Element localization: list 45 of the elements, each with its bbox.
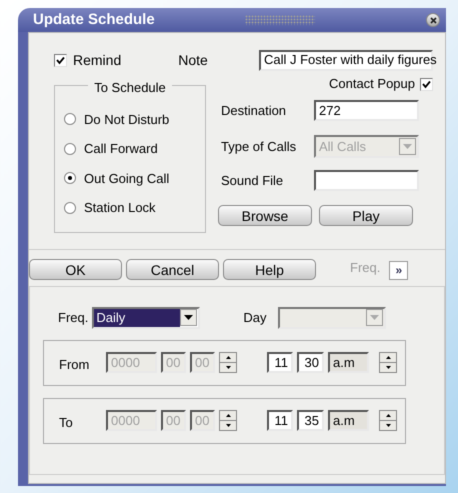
window-title: Update Schedule — [33, 10, 155, 30]
radio-label: Do Not Disturb — [84, 110, 170, 128]
check-icon — [56, 56, 65, 64]
destination-field[interactable]: 272 — [314, 100, 419, 121]
range-label: From — [59, 356, 90, 374]
checkbox[interactable] — [54, 54, 67, 66]
destination-label: Destination — [221, 102, 288, 120]
push-button[interactable]: Browse — [218, 205, 312, 226]
push-button[interactable]: Help — [223, 258, 316, 280]
radio-button[interactable] — [64, 142, 76, 155]
freq-toggle-label: Freq. — [350, 259, 380, 277]
radio-label: Out Going Call — [84, 170, 170, 188]
hour-field[interactable]: 11 — [267, 352, 293, 373]
sound-file-label: Sound File — [221, 172, 284, 190]
spin-buttons[interactable] — [219, 352, 237, 373]
hour-field[interactable]: 11 — [267, 410, 293, 431]
expand-button[interactable]: » — [389, 260, 408, 280]
day-label: Day — [243, 308, 266, 327]
spin-buttons[interactable] — [379, 352, 397, 373]
remind-label: Remind — [73, 50, 122, 70]
spin-buttons[interactable] — [379, 410, 397, 431]
spin-buttons[interactable] — [219, 410, 237, 431]
type-of-calls-label: Type of Calls — [221, 138, 298, 156]
freq-select[interactable]: Daily — [92, 306, 200, 328]
radio-label: Call Forward — [84, 140, 158, 158]
push-button[interactable]: Cancel — [126, 258, 219, 280]
close-icon[interactable] — [426, 13, 440, 27]
push-button[interactable]: Play — [319, 205, 413, 226]
radio-button[interactable] — [64, 113, 76, 126]
checkbox[interactable] — [420, 78, 433, 90]
check-icon — [422, 80, 431, 88]
contact-popup-label: Contact Popup — [328, 75, 415, 94]
push-button[interactable]: OK — [29, 258, 122, 280]
freq-label: Freq. — [58, 308, 88, 327]
grip-icon — [244, 15, 315, 25]
radio-label: Station Lock — [84, 199, 156, 217]
range-label: To — [59, 414, 74, 432]
radio-button[interactable] — [64, 202, 76, 214]
note-label: Note — [178, 50, 208, 70]
radio-button[interactable] — [64, 172, 76, 184]
am-pm-field[interactable]: a.m — [328, 410, 369, 431]
sound-file-field[interactable] — [314, 170, 419, 191]
minute-field[interactable]: 30 — [297, 352, 324, 373]
minute-field[interactable]: 35 — [297, 410, 324, 431]
am-pm-field[interactable]: a.m — [328, 352, 369, 373]
